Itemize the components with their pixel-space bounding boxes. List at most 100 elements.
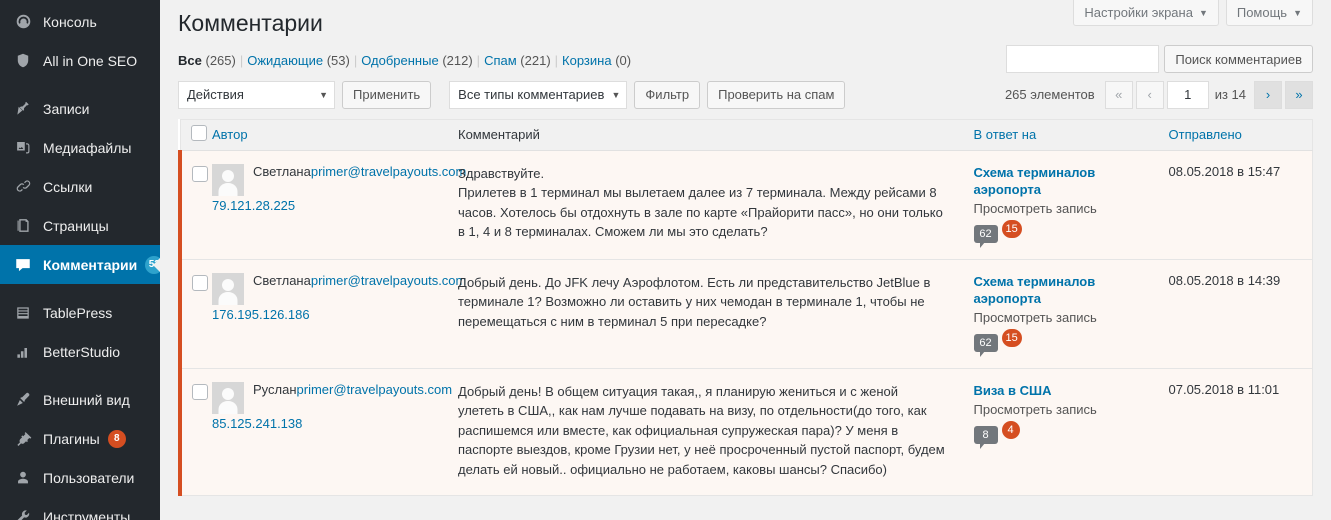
reply-to-cell: Схема терминалов аэропортаПросмотреть за… [966,259,1161,368]
sidebar-item-label: TablePress [43,306,112,320]
plug-icon [12,429,34,449]
sidebar-item-13[interactable]: Инструменты [0,497,160,520]
paintbrush-icon [12,390,34,410]
author-name: Руслан [253,382,297,397]
author-ip-link[interactable]: 79.121.28.225 [212,198,446,213]
approved-comment-count-bubble[interactable]: 62 [974,334,998,352]
approved-comment-count-bubble[interactable]: 62 [974,225,998,243]
search-submit-button[interactable]: Поиск комментариев [1164,45,1313,73]
filter-separator: | [236,53,247,68]
submitted-cell: 08.05.2018 в 14:39 [1161,259,1313,368]
row-select-cell [180,150,212,259]
sidebar-item-3[interactable]: Записи [0,89,160,128]
status-filter-link-3[interactable]: Одобренные [361,53,438,68]
author-cell: Светланаprimer@travelpayouts.com79.121.2… [212,150,450,259]
sidebar-item-8[interactable]: TablePress [0,293,160,332]
comments-table: Автор Комментарий В ответ на Отправлено … [178,119,1313,497]
reply-post-link[interactable]: Виза в США [974,382,1153,399]
admin-sidebar: КонсольAll in One SEO Записи МедиафайлыСсы… [0,0,160,520]
row-checkbox[interactable] [192,275,208,291]
avatar [212,382,244,414]
pending-comment-count-badge[interactable]: 15 [1002,220,1022,238]
comment-icon [12,255,34,275]
chevron-down-icon: ▼ [612,91,621,100]
sidebar-item-1[interactable]: Консоль [0,2,160,41]
view-post-link[interactable]: Просмотреть запись [974,308,1153,327]
submitted-cell: 07.05.2018 в 11:01 [1161,368,1313,496]
column-header-reply-to[interactable]: В ответ на [966,119,1161,150]
screen-options-button[interactable]: Настройки экрана ▼ [1073,0,1218,26]
status-filter-link-1[interactable]: Все [178,53,202,68]
sidebar-item-10[interactable]: Внешний вид [0,380,160,419]
sidebar-separator [0,80,160,89]
view-post-link[interactable]: Просмотреть запись [974,400,1153,419]
dashboard-icon [12,12,34,32]
sidebar-item-label: Плагины [43,432,100,446]
bulk-action-label: Действия [187,87,244,102]
view-post-link[interactable]: Просмотреть запись [974,199,1153,218]
author-email-link[interactable]: primer@travelpayouts.com [311,164,467,179]
sidebar-item-5[interactable]: Ссылки [0,167,160,206]
status-filter-link-5[interactable]: Корзина [562,53,612,68]
select-all-header [180,119,212,150]
comment-cell: Добрый день! В общем ситуация такая,, я … [450,368,966,496]
sidebar-item-2[interactable]: All in One SEO [0,41,160,80]
reply-to-cell: Виза в СШАПросмотреть запись 84 [966,368,1161,496]
shield-icon [12,51,34,71]
pending-comment-count-badge[interactable]: 4 [1002,421,1020,439]
screen-options-label: Настройки экрана [1084,5,1193,20]
table-head: Автор Комментарий В ответ на Отправлено [180,119,1313,150]
comment-text: Добрый день! В общем ситуация такая,, я … [458,382,958,480]
row-checkbox[interactable] [192,166,208,182]
search-input[interactable] [1006,45,1159,73]
author-email-link[interactable]: primer@travelpayouts.com [297,382,453,397]
help-label: Помощь [1237,5,1287,20]
column-header-comment: Комментарий [450,119,966,150]
approved-comment-count-bubble[interactable]: 8 [974,426,998,444]
row-checkbox[interactable] [192,384,208,400]
row-select-cell [180,368,212,496]
sidebar-item-9[interactable]: BetterStudio [0,332,160,371]
pin-icon [12,99,34,119]
sidebar-item-7[interactable]: Комментарии53 [0,245,160,284]
status-filter-count-1: (265) [205,53,235,68]
author-cell: Светланаprimer@travelpayouts.com176.195.… [212,259,450,368]
author-ip-link[interactable]: 176.195.126.186 [212,307,446,322]
first-page-button: « [1105,81,1133,109]
column-header-submitted[interactable]: Отправлено [1161,119,1313,150]
comment-type-select[interactable]: Все типы комментариев ▼ [449,81,627,109]
bulk-action-select[interactable]: Действия ▼ [178,81,335,109]
filter-button[interactable]: Фильтр [634,81,700,109]
sidebar-item-11[interactable]: Плагины8 [0,419,160,458]
reply-post-link[interactable]: Схема терминалов аэропорта [974,164,1153,198]
author-name: Светлана [253,164,311,179]
column-header-author[interactable]: Автор [212,119,450,150]
status-filter-link-4[interactable]: Спам [484,53,517,68]
comment-text-line: Добрый день! В общем ситуация такая,, я … [458,382,946,480]
prev-page-button: ‹ [1136,81,1164,109]
filter-separator: | [350,53,361,68]
next-page-button[interactable]: › [1254,81,1282,109]
check-spam-button[interactable]: Проверить на спам [707,81,845,109]
author-email-link[interactable]: primer@travelpayouts.com [311,273,467,288]
sidebar-item-4[interactable]: Медиафайлы [0,128,160,167]
status-filter-link-2[interactable]: Ожидающие [247,53,323,68]
sidebar-item-12[interactable]: Пользователи [0,458,160,497]
comment-text-line: Добрый день. До JFK лечу Аэрофлотом. Ест… [458,273,946,332]
reply-to-cell: Схема терминалов аэропортаПросмотреть за… [966,150,1161,259]
sidebar-item-label: BetterStudio [43,345,120,359]
author-ip-link[interactable]: 85.125.241.138 [212,416,446,431]
select-all-checkbox[interactable] [191,125,207,141]
avatar [212,273,244,305]
status-filter-count-5: (0) [615,53,631,68]
apply-button[interactable]: Применить [342,81,431,109]
sidebar-item-label: Записи [43,102,89,116]
items-count: 265 элементов [1005,87,1095,102]
current-page-input[interactable] [1167,81,1209,109]
reply-post-link[interactable]: Схема терминалов аэропорта [974,273,1153,307]
last-page-button[interactable]: » [1285,81,1313,109]
pending-comment-count-badge[interactable]: 15 [1002,329,1022,347]
help-button[interactable]: Помощь ▼ [1226,0,1313,26]
admin-screen: КонсольAll in One SEO Записи МедиафайлыСсы… [0,0,1331,520]
sidebar-item-6[interactable]: Страницы [0,206,160,245]
